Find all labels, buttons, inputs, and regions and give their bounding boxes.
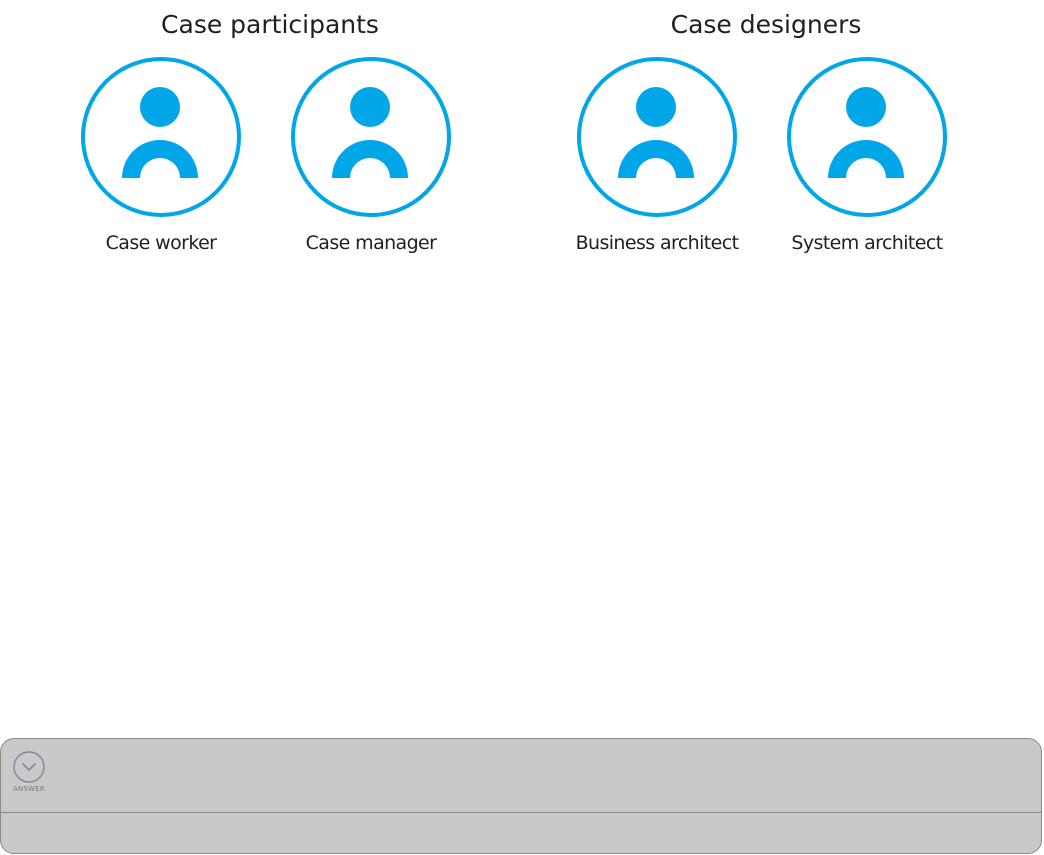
persona-label: Case manager: [305, 232, 437, 254]
persona-case-manager: Case manager: [271, 56, 471, 254]
persona-label: System architect: [791, 232, 943, 254]
persona-label: Case worker: [105, 232, 217, 254]
persona-system-architect: System architect: [767, 56, 967, 254]
person-icon: [577, 57, 737, 217]
answer-divider: [1, 812, 1041, 813]
persona-business-architect: Business architect: [557, 56, 757, 254]
roles-figure: Case participants Case worker Case manag…: [0, 0, 1044, 855]
group-title-case-participants: Case participants: [161, 10, 379, 39]
group-title-case-designers: Case designers: [670, 10, 862, 39]
answer-caption: ANSWER: [13, 785, 45, 793]
person-icon: [787, 57, 947, 217]
answer-panel: ANSWER: [0, 738, 1042, 854]
person-icon: [81, 57, 241, 217]
persona-case-worker: Case worker: [61, 56, 261, 254]
chevron-down-icon: [13, 751, 45, 783]
persona-label: Business architect: [575, 232, 739, 254]
answer-toggle-button[interactable]: ANSWER: [9, 750, 49, 793]
person-icon: [291, 57, 451, 217]
